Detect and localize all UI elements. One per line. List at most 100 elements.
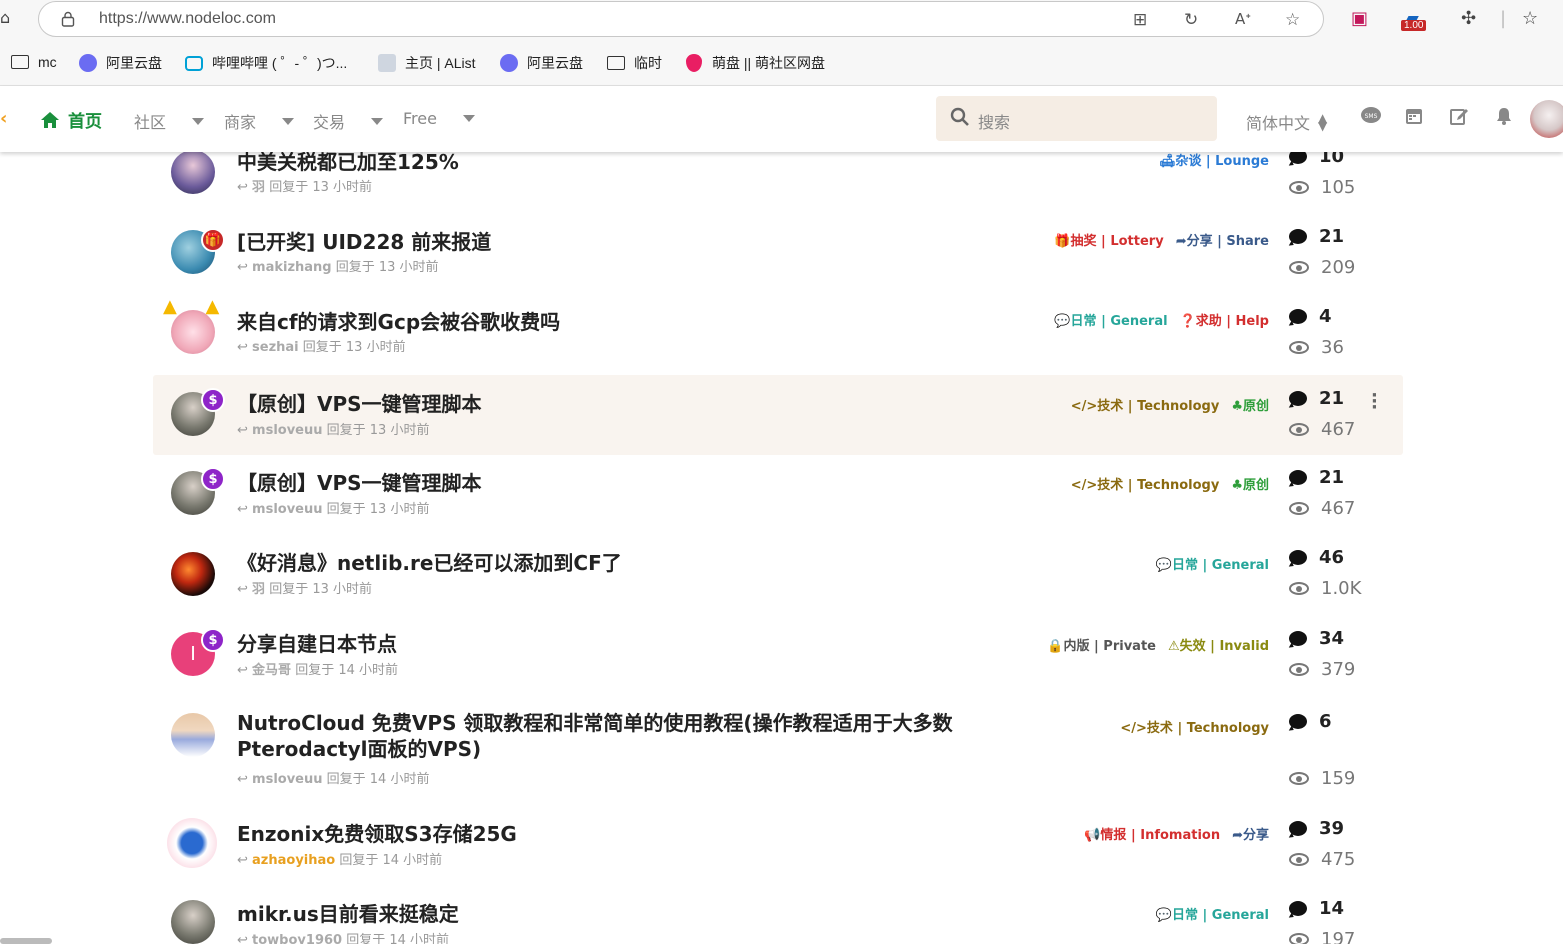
refresh-browser-icon[interactable]: ↻ [1184,10,1198,30]
bookmark-aliyun[interactable]: 阿里云盘 [78,53,162,73]
tag[interactable]: 💬日常 | General [1156,554,1269,573]
user-avatar[interactable] [1530,100,1563,138]
bookmark-bilibili[interactable]: 哔哩哔哩 ( ゜- ゜)つ... [184,53,347,73]
avatar[interactable] [171,552,215,596]
topic-title[interactable]: 《好消息》netlib.re已经可以添加到CF了 [237,547,622,576]
tag[interactable]: ♣原创 [1231,395,1269,414]
tag[interactable]: ➦分享 [1232,824,1269,843]
topic-meta: ↩ azhaoyihao 回复于 14 小时前 [237,853,443,868]
language-select[interactable]: 简体中文 ▲ ▼ [1246,110,1327,134]
replies-icon [1289,152,1307,164]
topic-title[interactable]: 【原创】VPS一键管理脚本 [237,467,482,496]
home-icon[interactable]: ⌂ [0,8,10,27]
nav-free[interactable]: Free [403,109,475,128]
topic-row[interactable]: 《好消息》netlib.re已经可以添加到CF了 ↩ 羽 回复于 13 小时前 … [153,547,1403,629]
topic-row[interactable]: NutroCloud 免费VPS 领取教程和非常简单的使用教程(操作教程适用于大… [153,710,1403,816]
tag[interactable]: ❓求助 | Help [1180,310,1269,329]
nav-community[interactable]: 社区 [134,109,205,133]
tag[interactable]: ⚠失效 | Invalid [1168,635,1269,654]
topic-row[interactable]: 🎁 [已开奖] UID228 前来报道 ↩ makizhang 回复于 13 小… [153,226,1403,308]
topic-row[interactable]: I $ 分享自建日本节点 ↩ 金马哥 回复于 14 小时前 🔒内版 | Priv… [153,628,1403,710]
tag[interactable]: ➦分享 | Share [1176,230,1269,249]
topic-title[interactable]: Enzonix免费领取S3存储25G [237,818,517,847]
nav-merchants[interactable]: 商家 [224,109,295,133]
lock-icon[interactable] [61,11,75,27]
topic-title[interactable]: 来自cf的请求到Gcp会被谷歌收费吗 [237,306,560,335]
tag[interactable]: 💬日常 | General [1156,904,1269,923]
more-options-icon[interactable]: · · · [1371,387,1378,417]
topic-title[interactable]: 分享自建日本节点 [237,628,397,657]
topic-title[interactable]: NutroCloud 免费VPS 领取教程和非常简单的使用教程(操作教程适用于大… [237,710,1077,762]
tag[interactable]: </>技术 | Technology [1071,395,1220,414]
views-icon [1289,582,1309,595]
dollar-icon: $ [201,628,225,652]
address-bar[interactable]: https://www.nodeloc.com ⊞ ↻ Aᐩ ☆ [38,1,1324,37]
topic-tags: 🛋杂谈 | Lounge [1159,152,1269,169]
dollar-icon: $ [201,467,225,491]
chevron-down-icon [282,117,295,125]
avatar[interactable] [167,818,217,868]
views-icon [1289,933,1309,944]
search-input[interactable]: 搜索 [936,96,1217,141]
topic-title[interactable]: [已开奖] UID228 前来报道 [237,226,491,255]
nav-trade[interactable]: 交易 [313,109,384,133]
views-icon [1289,181,1309,194]
topic-row[interactable]: $ 【原创】VPS一键管理脚本 ↩ msloveuu 回复于 13 小时前 </… [153,467,1403,549]
extensions-puzzle-icon[interactable]: ✣ [1461,8,1476,29]
avatar[interactable] [171,152,215,194]
tag[interactable]: ♣原创 [1231,474,1269,493]
bookmark-temp[interactable]: 临时 [606,53,662,73]
bookmark-mc[interactable]: mc [10,53,57,71]
tag[interactable]: </>技术 | Technology [1071,474,1220,493]
mengpan-icon [686,54,702,72]
topic-tags: 🔒内版 | Private ⚠失效 | Invalid [1047,635,1269,654]
topic-row-highlighted[interactable]: $ 【原创】VPS一键管理脚本 ↩ msloveuu 回复于 13 小时前 </… [153,375,1403,455]
avatar[interactable] [171,900,215,944]
apps-icon[interactable]: ⊞ [1133,10,1147,30]
tag[interactable]: 📢情报 | Infomation [1084,824,1220,843]
topic-tags: </>技术 | Technology ♣原创 [1071,474,1269,493]
nav-home[interactable]: 首页 [40,107,102,132]
bookmark-aliyun-2[interactable]: 阿里云盘 [499,53,583,73]
topic-list: 中美关税都已加至125% ↩ 羽 回复于 13 小时前 🛋杂谈 | Lounge… [0,152,1563,944]
topic-row[interactable]: Enzonix免费领取S3存储25G ↩ azhaoyihao 回复于 14 小… [153,818,1403,898]
alist-icon [378,54,396,72]
url-text[interactable]: https://www.nodeloc.com [99,10,276,28]
topic-row[interactable]: 中美关税都已加至125% ↩ 羽 回复于 13 小时前 🛋杂谈 | Lounge… [153,152,1403,228]
bell-icon[interactable] [1494,106,1514,131]
avatar[interactable] [171,713,215,757]
site-logo[interactable]: ‹ [0,108,7,129]
tag[interactable]: 🔒内版 | Private [1047,635,1156,654]
tag[interactable]: 🛋杂谈 | Lounge [1159,152,1269,169]
svg-text:SMS: SMS [1365,113,1378,120]
views-icon [1289,341,1309,354]
read-aloud-icon[interactable]: Aᐩ [1235,10,1251,28]
views-icon [1289,853,1309,866]
bookmark-mengpan[interactable]: 萌盘 || 萌社区网盘 [684,53,825,73]
bookmark-alist[interactable]: 主页 | AList [377,53,476,73]
compose-icon[interactable] [1449,106,1469,131]
folder-icon [607,56,625,70]
topic-title[interactable]: 【原创】VPS一键管理脚本 [237,388,482,417]
replies-icon [1289,901,1307,916]
topic-tags: </>技术 | Technology ♣原创 [1071,395,1269,414]
topic-title[interactable]: mikr.us目前看来挺稳定 [237,898,459,927]
translate-extension-icon[interactable]: ▣ [1351,8,1368,29]
tag[interactable]: 🎁抽奖 | Lottery [1054,230,1163,249]
chevron-down-icon [462,115,475,122]
calendar-icon[interactable] [1404,106,1424,131]
site-header: ‹ 首页 社区 商家 交易 Free 搜索 简体中文 ▲ ▼ SMS [0,86,1563,152]
gift-icon: 🎁 [201,228,225,252]
views-icon [1289,423,1309,436]
tag[interactable]: </>技术 | Technology [1120,717,1269,736]
sms-icon[interactable]: SMS [1360,106,1382,131]
horizontal-scrollbar[interactable] [0,938,52,944]
topic-row[interactable]: mikr.us目前看来挺稳定 ↩ towboy1960 回复于 14 小时前 💬… [153,898,1403,944]
tag[interactable]: 💬日常 | General [1054,310,1167,329]
views-icon [1289,502,1309,515]
topic-meta: ↩ sezhai 回复于 13 小时前 [237,340,406,355]
topic-title[interactable]: 中美关税都已加至125% [237,152,459,175]
favorite-star-icon[interactable]: ☆ [1285,10,1300,30]
favorites-icon[interactable]: ☆ [1522,8,1538,29]
replies-icon [1289,309,1307,324]
